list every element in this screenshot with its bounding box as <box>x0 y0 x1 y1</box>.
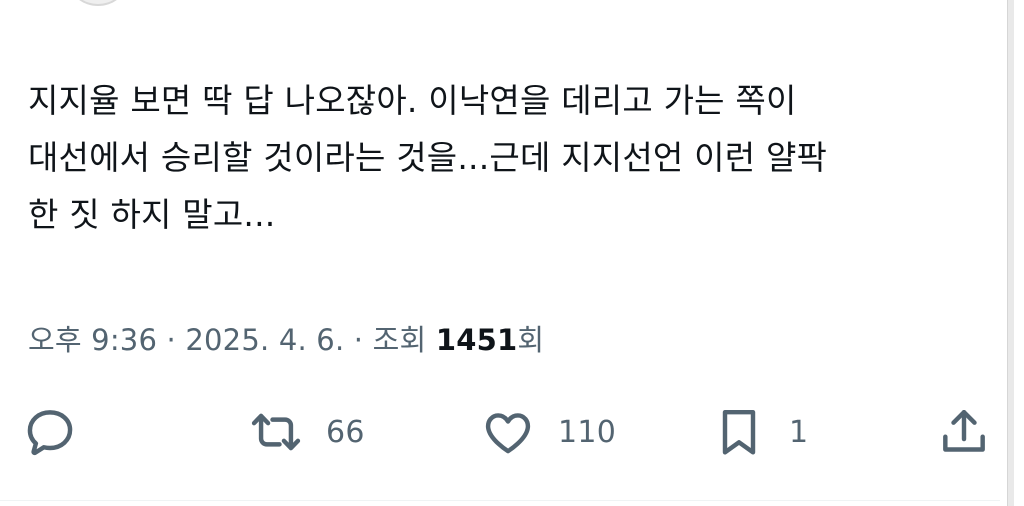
bookmark-count: 1 <box>789 414 809 450</box>
tweet-date[interactable]: 2025. 4. 6. <box>185 323 344 357</box>
divider <box>0 500 1000 501</box>
reply-button[interactable] <box>22 404 78 460</box>
retweet-button[interactable]: 66 <box>248 404 365 460</box>
retweet-icon <box>248 404 304 460</box>
avatar[interactable] <box>70 0 126 6</box>
views-count[interactable]: 1451 <box>436 323 518 357</box>
share-button[interactable] <box>936 404 992 460</box>
like-button[interactable]: 110 <box>480 404 616 460</box>
heart-icon <box>480 404 536 460</box>
views-suffix: 회 <box>517 323 545 357</box>
tweet-text-line: 한 짓 하지 말고... <box>28 195 276 234</box>
tweet-time[interactable]: 오후 9:36 <box>28 323 157 357</box>
separator: · <box>353 323 364 357</box>
bookmark-icon <box>711 404 767 460</box>
separator: · <box>166 323 176 357</box>
reply-icon <box>22 404 78 460</box>
tweet-text: 지지율 보면 딱 답 나오잖아. 이낙연을 데리고 가는 쪽이 대선에서 승리할… <box>28 72 988 243</box>
tweet-text-line: 지지율 보면 딱 답 나오잖아. 이낙연을 데리고 가는 쪽이 <box>28 81 797 120</box>
tweet-metadata: 오후 9:36 · 2025. 4. 6. · 조회 1451회 <box>28 318 544 362</box>
action-bar: 66 110 1 <box>0 400 1024 464</box>
retweet-count: 66 <box>326 414 365 450</box>
bookmark-button[interactable]: 1 <box>711 404 808 460</box>
views-label: 조회 <box>372 323 427 357</box>
share-icon <box>936 404 992 460</box>
like-count: 110 <box>558 414 617 450</box>
tweet-text-line: 대선에서 승리할 것이라는 것을...근데 지지선언 이런 얄팍 <box>28 138 828 177</box>
